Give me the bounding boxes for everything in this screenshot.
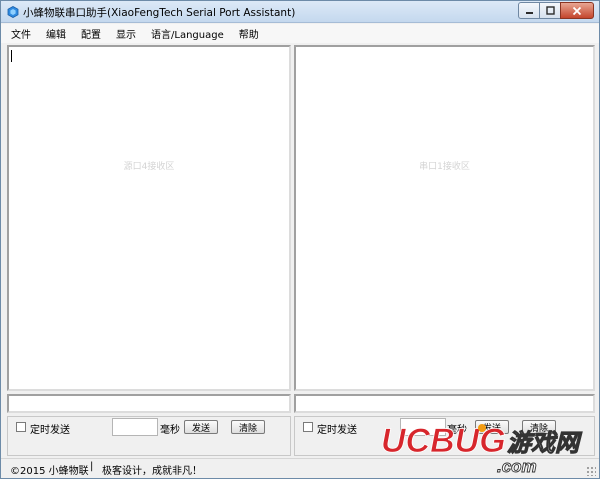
receive-area-right[interactable]: 串口1接收区 [294, 45, 595, 391]
send-input-left[interactable] [7, 394, 291, 413]
clear-button-left[interactable]: 清除 [231, 420, 265, 434]
timed-send-label-left: 定时发送 [30, 425, 70, 436]
receive-area-left[interactable]: 源口4接收区 [7, 45, 291, 391]
app-hexagon-icon [7, 6, 19, 18]
receive-placeholder-left: 源口4接收区 [123, 162, 175, 172]
text-cursor [11, 50, 12, 62]
receive-placeholder-right: 串口1接收区 [419, 162, 470, 172]
timed-send-checkbox-right[interactable] [303, 422, 313, 432]
watermark-brand: UCBUG [381, 422, 506, 460]
ucbug-watermark-logo: UCBUG 游戏网 .com [381, 422, 584, 476]
send-input-right[interactable] [294, 394, 595, 413]
window-title: 小蜂物联串口助手(XiaoFengTech Serial Port Assist… [23, 7, 296, 19]
minimize-button[interactable] [518, 2, 540, 19]
menu-file[interactable]: 文件 [11, 26, 31, 41]
menu-bar: 文件 编辑 配置 显示 语言/Language 帮助 [1, 24, 599, 43]
maximize-icon [545, 6, 555, 15]
send-button-left[interactable]: 发送 [184, 420, 218, 434]
status-copyright: ©2015 小蜂物联 [10, 466, 89, 477]
timed-send-checkbox-left[interactable] [16, 422, 26, 432]
watermark-dot [478, 424, 486, 432]
timed-send-label-right: 定时发送 [317, 425, 357, 436]
ms-unit-left: 毫秒 [160, 425, 180, 436]
menu-help[interactable]: 帮助 [239, 26, 259, 41]
menu-edit[interactable]: 编辑 [46, 26, 66, 41]
title-bar[interactable]: 小蜂物联串口助手(XiaoFengTech Serial Port Assist… [1, 1, 599, 23]
menu-display[interactable]: 显示 [116, 26, 136, 41]
interval-input-left[interactable] [112, 418, 158, 436]
app-window: 小蜂物联串口助手(XiaoFengTech Serial Port Assist… [0, 0, 600, 479]
menu-config[interactable]: 配置 [81, 26, 101, 41]
status-separator: | [90, 461, 94, 472]
minimize-icon [525, 12, 533, 14]
send-controls-left: 定时发送 毫秒 发送 清除 [7, 416, 291, 456]
watermark-domain: .com [497, 457, 537, 476]
watermark-cn: 游戏网 [507, 430, 583, 457]
close-icon [572, 6, 582, 15]
close-button[interactable] [560, 2, 594, 19]
status-slogan: 极客设计，成就非凡！ [102, 466, 202, 477]
maximize-button[interactable] [539, 2, 561, 19]
menu-language[interactable]: 语言/Language [151, 26, 224, 41]
